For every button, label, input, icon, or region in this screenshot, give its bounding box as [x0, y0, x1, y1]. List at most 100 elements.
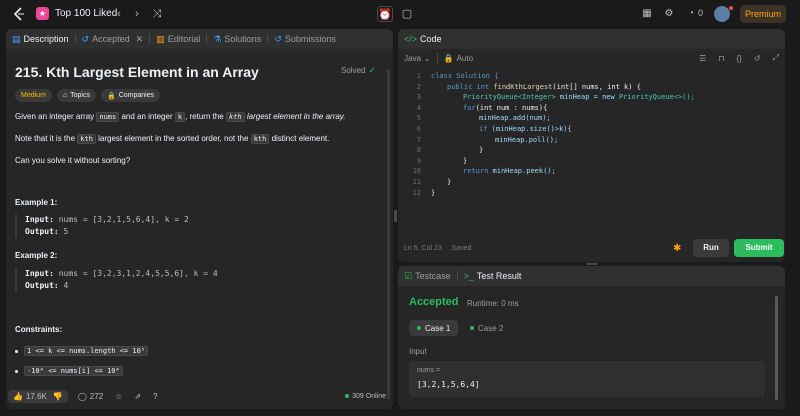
problem-list-button[interactable]: ★ Top 100 Liked — [36, 7, 117, 20]
code-line: } — [463, 156, 468, 165]
debug-icon[interactable]: ✱ — [673, 243, 681, 254]
lock-icon: 🔒 — [106, 92, 116, 100]
bookmark-icon[interactable]: ⊓ — [712, 54, 730, 63]
horizontal-splitter-handle[interactable] — [586, 263, 598, 265]
constraint-item: 1 <= k <= nums.length <= 10⁵ — [15, 346, 149, 356]
lock-icon: 🔒 — [443, 53, 454, 63]
check-circle-icon: ✓ — [368, 65, 377, 75]
line-number: 2 — [416, 82, 421, 91]
editorial-icon: ▥ — [156, 33, 165, 44]
line-number: 11 — [412, 178, 421, 186]
description-paragraph: Given an integer array nums and an integ… — [15, 112, 346, 122]
online-count: 309 Online — [345, 393, 386, 400]
next-problem-icon[interactable]: › — [130, 7, 144, 21]
runtime-text: Runtime: 0 ms — [467, 299, 519, 308]
notification-dot — [729, 6, 733, 10]
problem-list-icon: ★ — [36, 7, 49, 20]
code-line: } — [431, 188, 436, 197]
help-icon[interactable]: ? — [153, 392, 157, 401]
auto-mode-toggle[interactable]: 🔒 Auto — [438, 54, 479, 63]
line-number: 10 — [412, 167, 421, 176]
tab-test-result[interactable]: >_ Test Result — [458, 266, 528, 286]
input-value: [3,2,1,5,6,4] — [417, 380, 480, 389]
solved-status: Solved ✓ — [341, 65, 377, 75]
tab-accepted[interactable]: ↺ Accepted ✕ — [76, 29, 150, 49]
line-number: 9 — [416, 156, 421, 165]
pass-dot — [470, 326, 474, 330]
line-number: 12 — [412, 188, 421, 197]
code-line: minHeap.poll(); — [495, 135, 559, 144]
case-2-tab[interactable]: Case 2 — [462, 320, 511, 336]
braces-icon[interactable]: {} — [731, 54, 748, 63]
problem-tags: Medium ⌂ Topics 🔒 Companies — [15, 89, 161, 102]
settings-gear-icon[interactable]: ⚙ — [662, 7, 676, 21]
submissions-icon: ↺ — [274, 33, 282, 44]
notes-icon[interactable]: ▢ — [399, 6, 415, 22]
run-button[interactable]: Run — [693, 239, 729, 257]
thumbs-down-icon[interactable]: 👎 — [53, 392, 63, 401]
layout-icon[interactable]: ▦ — [640, 7, 654, 21]
follow-up-text: Can you solve it without sorting? — [15, 156, 131, 165]
problem-list-title: Top 100 Liked — [55, 8, 118, 19]
code-line: } — [447, 178, 452, 186]
tab-testcase[interactable]: ☑ Testcase — [398, 266, 457, 286]
tab-solutions[interactable]: ⚗ Solutions — [207, 29, 267, 49]
chevron-down-icon: ⌄ — [423, 53, 431, 63]
format-icon[interactable]: ☰ — [693, 54, 712, 63]
code-line: public int findKthLargest(int[] nums, in… — [447, 82, 641, 91]
description-note: Note that it is the kth largest element … — [15, 134, 330, 144]
tab-description[interactable]: ▤ Description — [6, 29, 75, 49]
result-tabs: ☑ Testcase >_ Test Result — [398, 266, 785, 286]
like-button[interactable]: 👍 17.6K 👎 — [8, 389, 68, 403]
avatar[interactable] — [714, 6, 730, 22]
input-label: Input — [409, 347, 427, 356]
case-1-tab[interactable]: Case 1 — [409, 320, 459, 336]
language-select[interactable]: Java ⌄ — [398, 54, 437, 63]
streak-fire-icon[interactable]: ◔ — [684, 7, 698, 21]
companies-tag[interactable]: 🔒 Companies — [100, 89, 161, 102]
code-line: return minHeap.peek(); — [463, 167, 556, 176]
line-number: 8 — [416, 146, 421, 155]
cursor-status: Ln 5, Col 23 Saved — [404, 245, 472, 252]
line-number: 3 — [416, 93, 421, 102]
code-editor[interactable]: 1 2 3 4 5 6 7 8 9 10 11 12 class Solutio… — [398, 72, 778, 222]
share-icon[interactable]: ⇗ — [134, 392, 141, 401]
expand-icon[interactable]: ⤢ — [767, 53, 785, 63]
line-number: 1 — [416, 72, 421, 80]
history-icon: ↺ — [81, 33, 90, 44]
example-1-heading: Example 1: — [15, 198, 58, 207]
tab-code[interactable]: </> Code — [398, 29, 448, 49]
favorite-icon[interactable]: ☆ — [115, 392, 122, 401]
line-number: 6 — [416, 125, 421, 133]
verdict-status: Accepted — [409, 296, 459, 308]
constraint-item: -10⁴ <= nums[i] <= 10⁴ — [15, 366, 123, 376]
result-scrollbar[interactable] — [775, 296, 778, 400]
vertical-splitter-handle[interactable] — [394, 210, 397, 222]
premium-button[interactable]: Premium — [740, 5, 786, 23]
leetcode-logo-icon[interactable] — [12, 7, 26, 21]
tab-submissions[interactable]: ↺ Submissions — [268, 29, 342, 49]
example-1-block: Input: nums = [3,2,1,5,6,4], k = 2 Outpu… — [15, 214, 189, 238]
line-number: 7 — [416, 135, 421, 144]
tab-editorial[interactable]: ▥ Editorial — [150, 29, 206, 49]
comments-button[interactable]: ◯ 272 — [78, 392, 103, 401]
shuffle-icon[interactable]: ⤨ — [150, 7, 164, 21]
code-line: if (minHeap.size()>k){ — [479, 125, 572, 133]
description-tabs: ▤ Description ↺ Accepted ✕ ▥ Editorial ⚗… — [6, 29, 393, 49]
description-scrollbar[interactable] — [387, 69, 390, 399]
description-icon: ▤ — [12, 33, 21, 44]
example-2-block: Input: nums = [3,2,3,1,2,4,5,5,6], k = 4… — [15, 268, 218, 292]
difficulty-badge[interactable]: Medium — [15, 89, 52, 102]
page-title: 215. Kth Largest Element in an Array — [15, 64, 259, 80]
timer-icon[interactable]: ⏰ — [377, 6, 393, 22]
code-icon: </> — [404, 34, 418, 44]
code-tabs: </> Code — [398, 29, 785, 49]
topics-tag[interactable]: ⌂ Topics — [56, 89, 96, 102]
submit-button[interactable]: Submit — [734, 239, 784, 257]
prev-problem-icon[interactable]: ‹ — [112, 7, 126, 21]
description-footer: 👍 17.6K 👎 ◯ 272 ☆ ⇗ ? 309 Online — [8, 388, 392, 404]
example-2-heading: Example 2: — [15, 251, 58, 260]
checkbox-icon: ☑ — [404, 270, 413, 281]
reset-icon[interactable]: ↺ — [748, 54, 767, 63]
close-tab-icon[interactable]: ✕ — [136, 34, 144, 45]
